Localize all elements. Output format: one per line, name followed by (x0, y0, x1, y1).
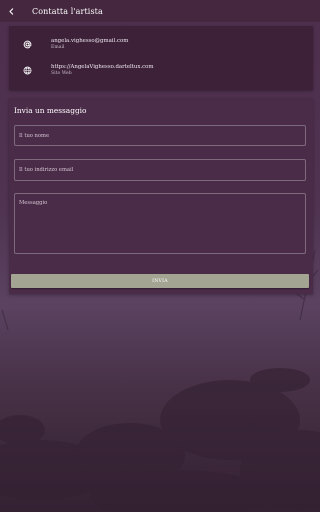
name-input[interactable]: Il tuo nome (14, 125, 306, 146)
name-placeholder: Il tuo nome (19, 133, 50, 139)
email-placeholder: Il tuo indirizzo email (19, 167, 74, 173)
email-value: angela.vighesso@gmail.com (51, 38, 129, 44)
email-label: Email (51, 45, 65, 50)
form-title: Invia un messaggio (14, 106, 87, 115)
at-sign-icon (18, 35, 36, 53)
page-title: Contatta l'artista (32, 6, 103, 16)
message-form-card: Invia un messaggio Il tuo nome Il tuo in… (9, 98, 313, 294)
arrow-left-icon (8, 7, 13, 15)
contact-info-card: angela.vighesso@gmail.com Email https://… (9, 26, 313, 90)
message-placeholder: Messaggio (19, 200, 48, 206)
email-input[interactable]: Il tuo indirizzo email (14, 159, 306, 181)
message-textarea[interactable]: Messaggio (14, 193, 306, 254)
website-row[interactable]: https://AngelaVighesso.darteltux.com Sit… (9, 57, 313, 83)
email-row[interactable]: angela.vighesso@gmail.com Email (9, 31, 313, 57)
website-label: Sito Web (51, 71, 72, 76)
back-button[interactable] (0, 0, 22, 22)
app-bar: Contatta l'artista (0, 0, 320, 22)
globe-icon (18, 61, 36, 79)
website-value: https://AngelaVighesso.darteltux.com (51, 64, 154, 70)
send-button[interactable]: INVIA (11, 274, 309, 288)
send-button-label: INVIA (152, 278, 168, 284)
